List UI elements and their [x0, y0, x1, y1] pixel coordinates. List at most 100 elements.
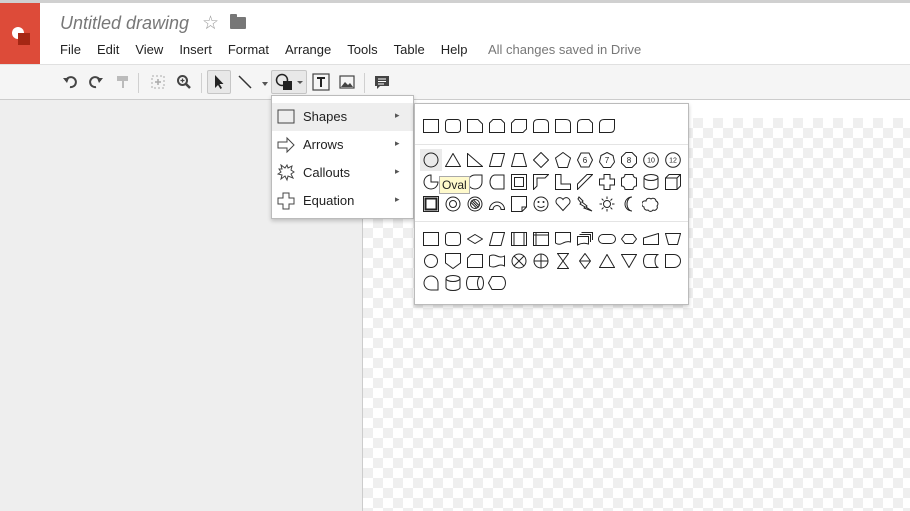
plaque-shape-icon[interactable] — [618, 171, 640, 193]
flowchart-terminator-shape-icon[interactable] — [596, 228, 618, 250]
app-logo[interactable] — [0, 3, 40, 64]
line-icon[interactable] — [233, 70, 257, 94]
select-icon[interactable] — [207, 70, 231, 94]
frame-rounded-shape-icon[interactable] — [486, 171, 508, 193]
diamond-shape-icon[interactable] — [530, 149, 552, 171]
menu-insert[interactable]: Insert — [179, 42, 212, 62]
flowchart-manual-input-shape-icon[interactable] — [640, 228, 662, 250]
no-symbol-shape-icon[interactable] — [464, 193, 486, 215]
flowchart-summing-junction-shape-icon[interactable] — [508, 250, 530, 272]
flowchart-sequential-access-storage-shape-icon[interactable] — [420, 272, 442, 294]
block-arc-shape-icon[interactable] — [486, 193, 508, 215]
menu-format[interactable]: Format — [228, 42, 269, 62]
flowchart-extract-shape-icon[interactable] — [596, 250, 618, 272]
flowchart-card-shape-icon[interactable] — [464, 250, 486, 272]
lightning-bolt-shape-icon[interactable] — [574, 193, 596, 215]
bevel-shape-icon[interactable] — [420, 193, 442, 215]
triangle-shape-icon[interactable] — [442, 149, 464, 171]
menu-help[interactable]: Help — [441, 42, 468, 62]
flowchart-manual-operation-shape-icon[interactable] — [662, 228, 684, 250]
menu-divider — [415, 144, 688, 145]
cross-shape-icon[interactable] — [596, 171, 618, 193]
menu-item-equation[interactable]: Equation ▸ — [272, 187, 413, 215]
menu-edit[interactable]: Edit — [97, 42, 119, 62]
flowchart-process-shape-icon[interactable] — [420, 228, 442, 250]
flowchart-magnetic-disk-shape-icon[interactable] — [442, 272, 464, 294]
document-title[interactable]: Untitled drawing — [60, 13, 189, 34]
menu-view[interactable]: View — [135, 42, 163, 62]
right-triangle-shape-icon[interactable] — [464, 149, 486, 171]
half-frame-shape-icon[interactable] — [530, 171, 552, 193]
menu-table[interactable]: Table — [394, 42, 425, 62]
image-icon[interactable] — [335, 70, 359, 94]
flowchart-data-shape-icon[interactable] — [486, 228, 508, 250]
flowchart-direct-access-storage-shape-icon[interactable] — [464, 272, 486, 294]
rounded-rectangle-shape-icon[interactable] — [442, 115, 464, 137]
text-box-icon[interactable] — [309, 70, 333, 94]
smiley-face-shape-icon[interactable] — [530, 193, 552, 215]
menu-item-callouts[interactable]: Callouts ▸ — [272, 159, 413, 187]
can-shape-icon[interactable] — [640, 171, 662, 193]
sun-shape-icon[interactable] — [596, 193, 618, 215]
oval-shape-icon[interactable] — [420, 149, 442, 171]
round-diagonal-rectangle-shape-icon[interactable] — [596, 115, 618, 137]
flowchart-merge-shape-icon[interactable] — [618, 250, 640, 272]
menu-item-arrows[interactable]: Arrows ▸ — [272, 131, 413, 159]
folded-corner-shape-icon[interactable] — [508, 193, 530, 215]
menu-bar: File Edit View Insert Format Arrange Too… — [60, 42, 483, 62]
undo-icon[interactable] — [58, 70, 82, 94]
flowchart-alternate-process-shape-icon[interactable] — [442, 228, 464, 250]
diagonal-stripe-shape-icon[interactable] — [574, 171, 596, 193]
heptagon-shape-icon[interactable]: 7 — [596, 149, 618, 171]
parallelogram-shape-icon[interactable] — [486, 149, 508, 171]
flowchart-collate-shape-icon[interactable] — [552, 250, 574, 272]
flowchart-preparation-shape-icon[interactable] — [618, 228, 640, 250]
select-zoom-icon[interactable] — [146, 70, 170, 94]
round-single-corner-rectangle-shape-icon[interactable] — [552, 115, 574, 137]
chevron-down-icon[interactable] — [262, 82, 268, 86]
round-same-side-rectangle-shape-icon[interactable] — [530, 115, 552, 137]
flowchart-display-shape-icon[interactable] — [486, 272, 508, 294]
flowchart-stored-data-shape-icon[interactable] — [640, 250, 662, 272]
cloud-shape-icon[interactable] — [640, 193, 662, 215]
frame-shape-icon[interactable] — [508, 171, 530, 193]
snip-diagonal-rectangle-shape-icon[interactable] — [508, 115, 530, 137]
rectangle-shape-icon[interactable] — [420, 115, 442, 137]
flowchart-multidocument-shape-icon[interactable] — [574, 228, 596, 250]
menu-tools[interactable]: Tools — [347, 42, 377, 62]
flowchart-sort-shape-icon[interactable] — [574, 250, 596, 272]
menu-arrange[interactable]: Arrange — [285, 42, 331, 62]
heart-shape-icon[interactable] — [552, 193, 574, 215]
folder-icon[interactable] — [230, 14, 246, 29]
hexagon-shape-icon[interactable]: 6 — [574, 149, 596, 171]
redo-icon[interactable] — [84, 70, 108, 94]
moon-shape-icon[interactable] — [618, 193, 640, 215]
trapezoid-shape-icon[interactable] — [508, 149, 530, 171]
menu-file[interactable]: File — [60, 42, 81, 62]
zoom-icon[interactable] — [172, 70, 196, 94]
flowchart-predefined-process-shape-icon[interactable] — [508, 228, 530, 250]
shape-icon[interactable] — [271, 70, 307, 94]
paint-format-icon[interactable] — [111, 70, 135, 94]
donut-shape-icon[interactable] — [442, 193, 464, 215]
octagon-shape-icon[interactable]: 8 — [618, 149, 640, 171]
snip-same-side-rectangle-shape-icon[interactable] — [486, 115, 508, 137]
flowchart-offpage-connector-shape-icon[interactable] — [442, 250, 464, 272]
dodecagon-shape-icon[interactable]: 12 — [662, 149, 684, 171]
pentagon-shape-icon[interactable] — [552, 149, 574, 171]
flowchart-delay-shape-icon[interactable] — [662, 250, 684, 272]
snip-round-rectangle-shape-icon[interactable] — [574, 115, 596, 137]
l-shape-icon[interactable] — [552, 171, 574, 193]
flowchart-document-shape-icon[interactable] — [552, 228, 574, 250]
flowchart-decision-shape-icon[interactable] — [464, 228, 486, 250]
menu-item-shapes[interactable]: Shapes ▸ — [272, 103, 413, 131]
star-icon[interactable]: ☆ — [202, 12, 219, 35]
cube-shape-icon[interactable] — [662, 171, 684, 193]
flowchart-punched-tape-shape-icon[interactable] — [486, 250, 508, 272]
snip-corner-rectangle-shape-icon[interactable] — [464, 115, 486, 137]
flowchart-or-shape-icon[interactable] — [530, 250, 552, 272]
flowchart-internal-storage-shape-icon[interactable] — [530, 228, 552, 250]
decagon-shape-icon[interactable]: 10 — [640, 149, 662, 171]
comment-icon[interactable] — [370, 70, 394, 94]
flowchart-connector-shape-icon[interactable] — [420, 250, 442, 272]
